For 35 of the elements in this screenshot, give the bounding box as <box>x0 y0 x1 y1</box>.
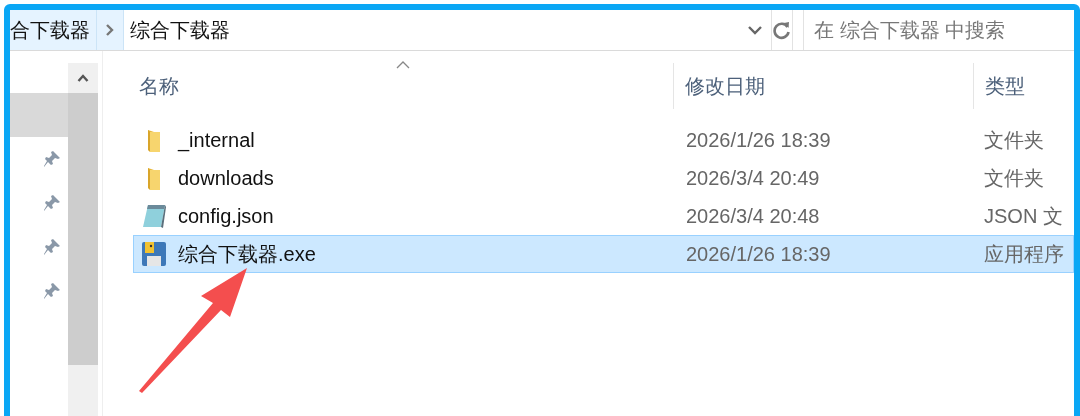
file-type: 应用程序 <box>984 241 1064 267</box>
column-header[interactable]: 类型 <box>973 63 1074 109</box>
dropdown-chevron-icon[interactable] <box>747 25 763 35</box>
modified-date: 2026/3/4 20:48 <box>686 204 820 228</box>
file-type: 文件夹 <box>984 165 1044 191</box>
notepad-icon <box>140 202 168 230</box>
pin-icon <box>42 193 62 213</box>
file-row[interactable]: _internal 2026/1/26 18:39 文件夹 <box>133 121 1074 159</box>
file-type: 文件夹 <box>984 127 1044 153</box>
column-header[interactable]: 修改日期 <box>673 63 973 109</box>
file-name: _internal <box>178 128 255 152</box>
file-type: JSON 文 <box>984 203 1063 229</box>
scrollbar[interactable] <box>68 63 98 416</box>
scroll-thumb[interactable] <box>68 93 98 365</box>
breadcrumb-item[interactable]: 合下载器 <box>10 10 97 50</box>
file-row[interactable]: 综合下载器.exe 2026/1/26 18:39 应用程序 <box>133 235 1074 273</box>
address-bar[interactable]: 合下载器 综合下载器 <box>10 10 772 50</box>
file-name: config.json <box>178 204 274 228</box>
refresh-button[interactable] <box>772 10 793 50</box>
breadcrumb-item[interactable]: 综合下载器 <box>124 10 230 50</box>
file-name: 综合下载器.exe <box>178 241 316 267</box>
caret-up-icon[interactable] <box>77 74 89 82</box>
column-header[interactable]: 名称 <box>133 63 673 109</box>
pin-icon <box>42 281 62 301</box>
chevron-right-icon[interactable] <box>97 10 124 50</box>
file-row[interactable]: config.json 2026/3/4 20:48 JSON 文 <box>133 197 1074 235</box>
modified-date: 2026/3/4 20:49 <box>686 166 820 190</box>
modified-date: 2026/1/26 18:39 <box>686 242 831 266</box>
pin-icon <box>42 149 62 169</box>
pin-icon <box>42 237 62 257</box>
file-name: downloads <box>178 166 274 190</box>
file-row[interactable]: downloads 2026/3/4 20:49 文件夹 <box>133 159 1074 197</box>
modified-date: 2026/1/26 18:39 <box>686 128 831 152</box>
sort-caret-icon <box>396 61 410 69</box>
refresh-icon[interactable] <box>772 20 792 40</box>
